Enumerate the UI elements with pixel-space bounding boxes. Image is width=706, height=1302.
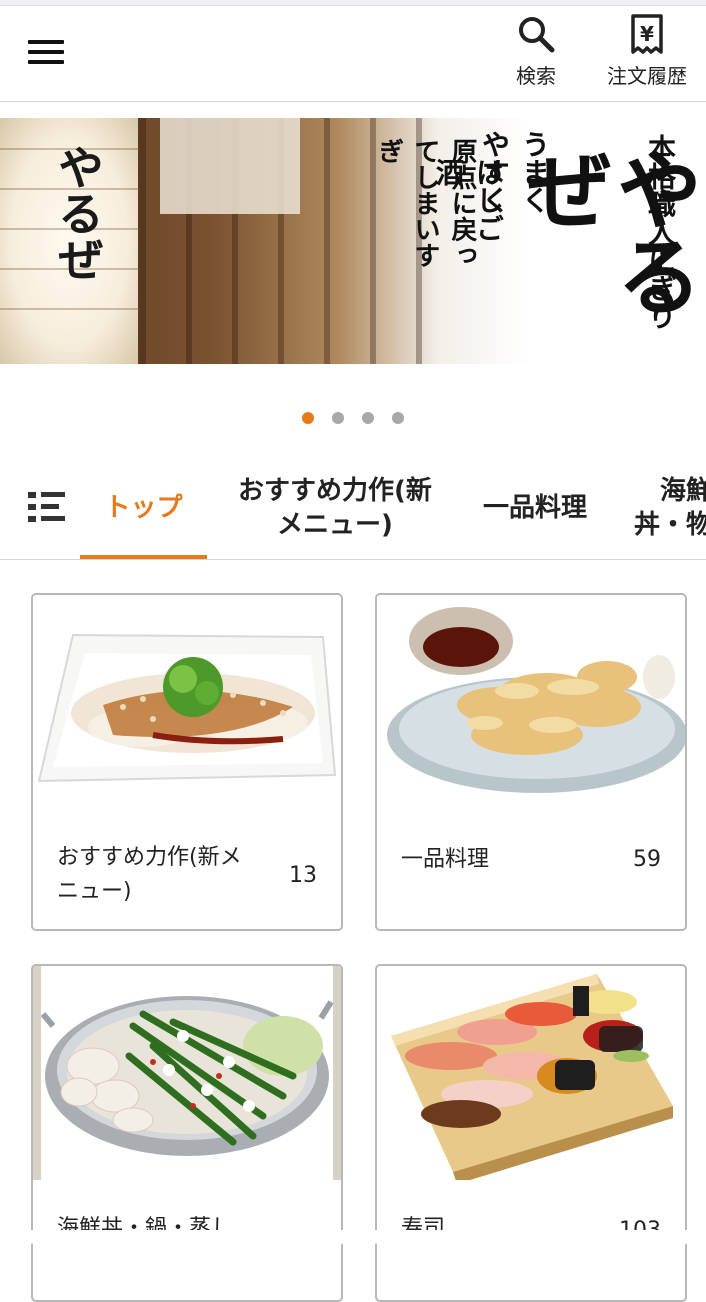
menu-line xyxy=(28,40,64,44)
yen-glyph: ¥ xyxy=(640,22,654,46)
motsunabe-pot-photo xyxy=(33,966,341,1180)
category-tab-bar: トップ おすすめ力作(新メニュー) 一品料理 海鮮丼・物 xyxy=(0,456,706,560)
order-history-button[interactable]: ¥ 注文履歴 xyxy=(594,14,700,98)
gyoza-plate-photo xyxy=(33,595,341,809)
card-count: 59 xyxy=(633,847,661,872)
card-title: 一品料理 xyxy=(401,847,490,872)
receipt-icon: ¥ xyxy=(631,14,663,54)
card-count: 13 xyxy=(289,863,317,888)
tab-recommended-new-menu[interactable]: おすすめ力作(新メニュー) xyxy=(226,456,444,559)
category-card-a-la-carte[interactable]: 一品料理 59 xyxy=(375,593,687,931)
category-list-button[interactable] xyxy=(22,486,70,528)
carousel-dot-1[interactable] xyxy=(302,412,314,424)
search-label: 検索 xyxy=(516,64,556,88)
banner-calligraphy-1: 本格職人にぎり xyxy=(644,134,677,330)
list-icon xyxy=(28,492,65,522)
tab-a-la-carte[interactable]: 一品料理 xyxy=(470,456,600,559)
sushi-board-photo xyxy=(377,966,685,1180)
hamburger-menu-button[interactable] xyxy=(20,30,72,74)
search-icon xyxy=(519,17,555,53)
lantern-calligraphy: やるぜ xyxy=(51,144,105,282)
menu-line xyxy=(28,60,64,64)
card-title: おすすめ力作(新メニュー) xyxy=(57,845,242,904)
tab-seafood-bowl[interactable]: 海鮮丼・物 xyxy=(616,456,706,559)
carousel-dots xyxy=(0,412,706,426)
carousel-dot-4[interactable] xyxy=(392,412,404,424)
banner-lantern: やるぜ xyxy=(0,118,140,364)
promo-banner[interactable]: やるぜ 原点に戻ってしまいすぎ はしご酒 うまくやすく やるぜ 本格職人にぎり xyxy=(0,118,706,364)
carousel-dot-3[interactable] xyxy=(362,412,374,424)
category-card-sushi[interactable]: 寿司 103 xyxy=(375,964,687,1302)
category-card-seafood-nabe[interactable]: 海鮮丼・鍋・蒸し xyxy=(31,964,343,1302)
tempura-plate-photo xyxy=(377,595,685,809)
carousel-dot-2[interactable] xyxy=(332,412,344,424)
app-header: 検索 ¥ 注文履歴 xyxy=(0,6,706,102)
viewport-bottom-edge xyxy=(0,1230,706,1244)
search-button[interactable]: 検索 xyxy=(500,14,572,98)
order-history-label: 注文履歴 xyxy=(607,64,687,88)
banner-noren-curtain xyxy=(160,118,300,214)
tab-top[interactable]: トップ xyxy=(80,456,207,559)
menu-line xyxy=(28,50,64,54)
category-card-recommended[interactable]: おすすめ力作(新メニュー) 13 xyxy=(31,593,343,931)
